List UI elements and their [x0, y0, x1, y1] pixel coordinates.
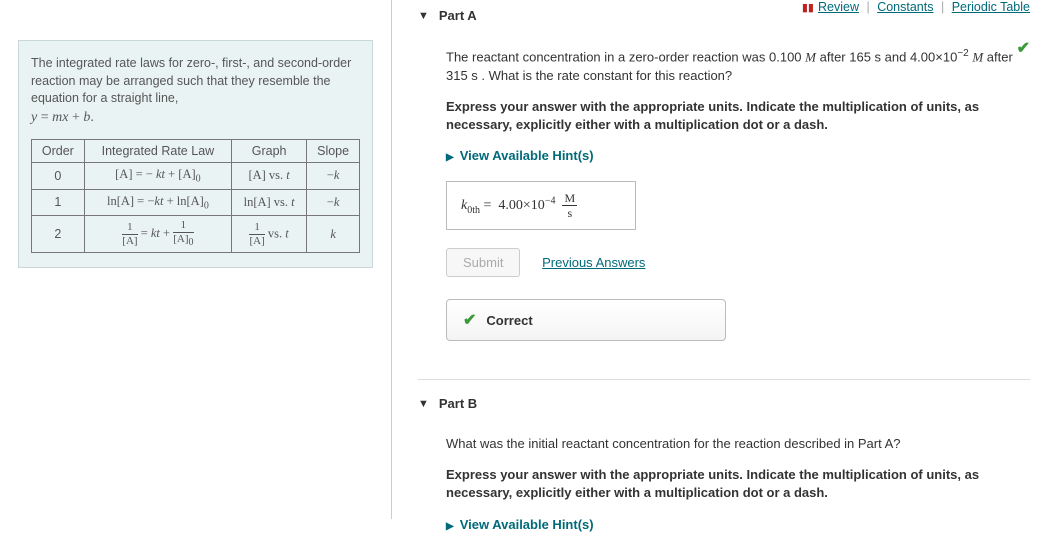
correct-text: Correct: [486, 313, 532, 328]
right-panel: ▮▮ Review | Constants | Periodic Table ▼ …: [392, 0, 1048, 519]
top-links: ▮▮ Review | Constants | Periodic Table: [802, 0, 1030, 14]
slope-equation: y = mx + b.: [31, 110, 94, 125]
flag-icon[interactable]: ▮▮: [802, 1, 814, 14]
col-law: Integrated Rate Law: [84, 140, 231, 163]
review-link[interactable]: Review: [818, 0, 859, 14]
order-cell: 1: [32, 189, 85, 216]
left-panel: The integrated rate laws for zero-, firs…: [0, 0, 391, 519]
check-icon: ✔: [463, 310, 476, 330]
law-cell: ln[A] = −kt + ln[A]0: [84, 189, 231, 216]
part-b-header[interactable]: ▼ Part B: [418, 390, 1030, 417]
table-header-row: Order Integrated Rate Law Graph Slope: [32, 140, 360, 163]
part-b-title: Part B: [439, 396, 477, 411]
table-row: 1 ln[A] = −kt + ln[A]0 ln[A] vs. t −k: [32, 189, 360, 216]
submit-button: Submit: [446, 248, 520, 277]
periodic-link[interactable]: Periodic Table: [952, 0, 1030, 14]
part-a-title: Part A: [439, 8, 477, 23]
info-box: The integrated rate laws for zero-, firs…: [18, 40, 373, 268]
col-slope: Slope: [307, 140, 360, 163]
order-cell: 2: [32, 216, 85, 253]
part-b-instructions: Express your answer with the appropriate…: [446, 466, 1030, 502]
q-seg: The reactant concentration in a zero-ord…: [446, 49, 805, 64]
answer-value: 4.00×10: [498, 198, 544, 213]
col-order: Order: [32, 140, 85, 163]
part-a-question: The reactant concentration in a zero-ord…: [446, 47, 1030, 86]
answer-expression: k0th = 4.00×10−4 Ms: [461, 198, 577, 213]
link-separator: |: [941, 0, 944, 14]
graph-cell: 1[A] vs. t: [232, 216, 307, 253]
info-intro: The integrated rate laws for zero-, firs…: [31, 55, 360, 127]
caret-down-icon: ▼: [418, 398, 429, 410]
slope-cell: −k: [307, 163, 360, 190]
part-a-instructions: Express your answer with the appropriate…: [446, 98, 1030, 134]
order-cell: 0: [32, 163, 85, 190]
rate-law-table: Order Integrated Rate Law Graph Slope 0 …: [31, 139, 360, 253]
correct-feedback: ✔ Correct: [446, 299, 726, 341]
part-a-hint-link[interactable]: View Available Hint(s): [446, 148, 594, 163]
q-seg: after 165 s and 4.00×10: [816, 49, 957, 64]
caret-down-icon: ▼: [418, 10, 429, 22]
graph-cell: [A] vs. t: [232, 163, 307, 190]
check-icon: ✔: [1017, 38, 1030, 58]
previous-answers-link[interactable]: Previous Answers: [542, 255, 645, 270]
part-b-question: What was the initial reactant concentrat…: [446, 435, 1030, 454]
law-cell: [A] = − kt + [A]0: [84, 163, 231, 190]
answer-box: k0th = 4.00×10−4 Ms: [446, 181, 636, 230]
law-cell: 1[A] = kt + 1[A]0: [84, 216, 231, 253]
slope-cell: −k: [307, 189, 360, 216]
slope-cell: k: [307, 216, 360, 253]
graph-cell: ln[A] vs. t: [232, 189, 307, 216]
part-divider: [418, 379, 1030, 380]
link-separator: |: [866, 0, 869, 14]
action-row: Submit Previous Answers: [446, 248, 1030, 277]
constants-link[interactable]: Constants: [877, 0, 933, 14]
table-row: 2 1[A] = kt + 1[A]0 1[A] vs. t k: [32, 216, 360, 253]
intro-text: The integrated rate laws for zero-, firs…: [31, 56, 351, 105]
col-graph: Graph: [232, 140, 307, 163]
part-a-body: The reactant concentration in a zero-ord…: [418, 29, 1030, 351]
table-row: 0 [A] = − kt + [A]0 [A] vs. t −k: [32, 163, 360, 190]
answer-exp: −4: [545, 195, 556, 206]
part-b-body: What was the initial reactant concentrat…: [418, 417, 1030, 559]
